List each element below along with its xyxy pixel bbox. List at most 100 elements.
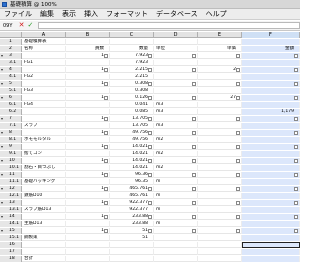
row-header[interactable]: ▾ 6: [0, 95, 22, 101]
cell-count[interactable]: 1: [66, 158, 110, 164]
dropdown-icon[interactable]: [294, 54, 298, 58]
dropdown-icon[interactable]: [236, 173, 240, 177]
cell-count[interactable]: 1: [66, 214, 110, 220]
cell-amount[interactable]: [242, 151, 300, 157]
cell-price[interactable]: [198, 53, 242, 59]
cell-quantity[interactable]: 51: [110, 228, 154, 234]
row-header[interactable]: 18: [0, 256, 22, 262]
cell-amount[interactable]: [242, 158, 300, 164]
dropdown-icon[interactable]: [104, 215, 108, 219]
dropdown-icon[interactable]: [104, 173, 108, 177]
expand-triangle-icon[interactable]: ▾: [1, 215, 3, 219]
row-header[interactable]: 5.1: [0, 88, 22, 94]
cell-price[interactable]: [198, 81, 242, 87]
cell-amount[interactable]: [242, 228, 300, 234]
menu-item-3[interactable]: 挿入: [84, 9, 98, 19]
expand-triangle-icon[interactable]: ▾: [1, 82, 3, 86]
cell-unit[interactable]: [154, 242, 198, 248]
menu-item-1[interactable]: 編集: [40, 9, 54, 19]
cell-price[interactable]: [198, 116, 242, 122]
cell-quantity[interactable]: 14.021: [110, 151, 154, 157]
expand-triangle-icon[interactable]: ▾: [1, 117, 3, 121]
cell-price[interactable]: [198, 256, 242, 262]
cell-count[interactable]: [66, 179, 110, 185]
cell-unit[interactable]: [154, 200, 198, 206]
cell-quantity[interactable]: 0.308: [110, 81, 154, 87]
dropdown-icon[interactable]: [148, 145, 152, 149]
dropdown-icon[interactable]: [148, 187, 152, 191]
dropdown-icon[interactable]: [148, 96, 152, 100]
cell-amount[interactable]: [242, 186, 300, 192]
cell-price[interactable]: [198, 249, 242, 255]
row-header[interactable]: 15.1: [0, 235, 22, 241]
dropdown-icon[interactable]: [104, 131, 108, 135]
cell-amount[interactable]: [242, 193, 300, 199]
cell-count[interactable]: 1: [66, 200, 110, 206]
cell-amount[interactable]: [242, 116, 300, 122]
cell-count[interactable]: 1: [66, 95, 110, 101]
cell-quantity[interactable]: 233.88: [110, 221, 154, 227]
dropdown-icon[interactable]: [192, 96, 196, 100]
cell-quantity[interactable]: 922.377: [110, 200, 154, 206]
cell-unit[interactable]: [154, 214, 198, 220]
cell-amount[interactable]: 金額: [242, 46, 300, 52]
dropdown-icon[interactable]: [148, 68, 152, 72]
cell-name[interactable]: [22, 228, 66, 234]
cell-unit[interactable]: m: [154, 207, 198, 213]
cell-quantity[interactable]: 49.756: [110, 130, 154, 136]
column-header-f[interactable]: F: [242, 32, 300, 38]
cell-price[interactable]: [198, 193, 242, 199]
dropdown-icon[interactable]: [236, 229, 240, 233]
cell-count[interactable]: 1: [66, 228, 110, 234]
cell-price[interactable]: [198, 144, 242, 150]
dropdown-icon[interactable]: [236, 201, 240, 205]
cell-count[interactable]: [66, 165, 110, 171]
cell-name[interactable]: FG2: [22, 74, 66, 80]
column-header-a[interactable]: A: [22, 32, 66, 38]
cell-quantity[interactable]: 14.021: [110, 165, 154, 171]
cell-unit[interactable]: [154, 67, 198, 73]
row-header[interactable]: ▾ 13: [0, 200, 22, 206]
row-header[interactable]: ▾ 15: [0, 228, 22, 234]
cell-quantity[interactable]: [110, 39, 154, 45]
cell-quantity[interactable]: 2.215: [110, 67, 154, 73]
cell-name[interactable]: 基礎バッキング: [22, 179, 66, 185]
cell-count[interactable]: [66, 137, 110, 143]
cell-unit[interactable]: m2: [154, 151, 198, 157]
cell-count[interactable]: 員数: [66, 46, 110, 52]
cell-quantity[interactable]: 0.085: [110, 109, 154, 115]
row-header[interactable]: ▾ 11: [0, 172, 22, 178]
expand-triangle-icon[interactable]: ▾: [1, 187, 3, 191]
dropdown-icon[interactable]: [192, 54, 196, 58]
confirm-icon[interactable]: ✓: [27, 22, 33, 29]
cell-name[interactable]: [22, 242, 66, 248]
row-header[interactable]: 12.1: [0, 193, 22, 199]
cell-quantity[interactable]: [110, 242, 154, 248]
expand-triangle-icon[interactable]: ▾: [1, 131, 3, 135]
cell-price[interactable]: 27: [198, 95, 242, 101]
dropdown-icon[interactable]: [236, 117, 240, 121]
row-header[interactable]: 3.1: [0, 60, 22, 66]
dropdown-icon[interactable]: [236, 187, 240, 191]
dropdown-icon[interactable]: [104, 229, 108, 233]
dropdown-icon[interactable]: [236, 215, 240, 219]
row-header[interactable]: ▾ 10: [0, 158, 22, 164]
cell-name[interactable]: FG3: [22, 88, 66, 94]
cell-count[interactable]: [66, 193, 110, 199]
cell-count[interactable]: [66, 39, 110, 45]
cell-quantity[interactable]: 数量: [110, 46, 154, 52]
column-header-c[interactable]: C: [110, 32, 154, 38]
cell-name[interactable]: [22, 130, 66, 136]
cell-name[interactable]: 鉄筋D10: [22, 193, 66, 199]
cell-amount[interactable]: [242, 137, 300, 143]
dropdown-icon[interactable]: [148, 131, 152, 135]
cell-count[interactable]: [66, 235, 110, 241]
cell-name[interactable]: [22, 158, 66, 164]
dropdown-icon[interactable]: [104, 145, 108, 149]
cell-amount[interactable]: [242, 95, 300, 101]
expand-triangle-icon[interactable]: ▾: [1, 68, 3, 72]
cell-price[interactable]: [198, 74, 242, 80]
cell-unit[interactable]: m3: [154, 102, 198, 108]
cell-unit[interactable]: [154, 186, 198, 192]
dropdown-icon[interactable]: [294, 82, 298, 86]
